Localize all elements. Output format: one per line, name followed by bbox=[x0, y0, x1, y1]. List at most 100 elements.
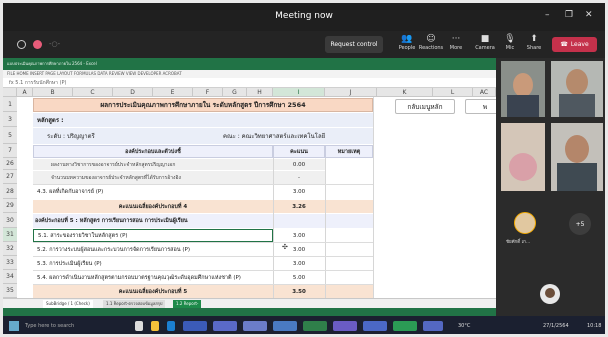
column-header-i[interactable]: I bbox=[273, 88, 325, 97]
reactions-button[interactable]: ☺ Reactions bbox=[418, 33, 444, 51]
indicator-cell[interactable]: ผลงานทางวิชาการของอาจารย์ประจำหลักสูตรปร… bbox=[33, 159, 273, 170]
excel-menu-bar[interactable]: FILE HOME INSERT PAGE LAYOUT FORMULAS DA… bbox=[3, 70, 496, 78]
camera-button[interactable]: ■ Camera bbox=[472, 33, 498, 51]
column-header-b[interactable]: B bbox=[33, 88, 73, 97]
indicator-cell[interactable]: จำนวนบทความของอาจารย์ประจำหลักสูตรที่ได้… bbox=[33, 171, 273, 184]
header-score-cell[interactable]: คะแนน bbox=[273, 145, 325, 158]
score-cell[interactable]: 5.00 bbox=[273, 271, 325, 284]
report-title-cell[interactable]: ผลการประเมินคุณภาพการศึกษาภายใน ระดับหลั… bbox=[33, 98, 373, 112]
column-header-a[interactable]: A bbox=[17, 88, 33, 97]
start-icon[interactable] bbox=[9, 321, 19, 331]
indicator-cell[interactable]: 5.2. การวางระบบผู้สอนและกระบวนการจัดการเ… bbox=[33, 243, 273, 256]
app-taskbar-icon[interactable] bbox=[273, 321, 297, 331]
grid-line bbox=[373, 97, 374, 298]
main-menu-button[interactable]: กลับเมนูหลัก bbox=[395, 99, 455, 114]
score-cell[interactable]: 3.00 bbox=[273, 185, 325, 199]
indicator-cell[interactable]: 4.3. ผลที่เกิดกับอาจารย์ (P) bbox=[33, 185, 273, 199]
level-cell[interactable]: ระดับ : ปริญญาตรี bbox=[47, 131, 95, 141]
row-number[interactable]: 27 bbox=[3, 170, 17, 184]
score-cell[interactable]: 0.00 bbox=[273, 159, 325, 170]
formula-bar[interactable]: fx 5.1 การรับนักศึกษา (P) bbox=[3, 78, 496, 88]
app-taskbar-icon[interactable] bbox=[393, 321, 417, 331]
participant-video-1[interactable] bbox=[501, 61, 545, 117]
indicator-cell[interactable]: 5.1. สาระของรายวิชาในหลักสูตร (P) bbox=[33, 229, 273, 242]
column-header-f[interactable]: F bbox=[193, 88, 223, 97]
row-number[interactable]: 1 bbox=[3, 97, 17, 112]
partial-button[interactable]: พ bbox=[465, 99, 496, 114]
mic-button[interactable]: 🎙 Mic bbox=[497, 33, 523, 51]
column-header-g[interactable]: G bbox=[223, 88, 247, 97]
column-header-l[interactable]: L bbox=[433, 88, 473, 97]
participant-video-4[interactable] bbox=[551, 123, 603, 191]
participant-video-2[interactable] bbox=[551, 61, 603, 117]
minimize-button[interactable]: – bbox=[545, 10, 550, 20]
close-button[interactable]: ✕ bbox=[585, 10, 593, 20]
more-button[interactable]: ··· More bbox=[443, 33, 469, 51]
row-number[interactable]: 33 bbox=[3, 256, 17, 270]
app-taskbar-icon[interactable] bbox=[363, 321, 387, 331]
row-number[interactable]: 31 bbox=[3, 228, 17, 242]
share-button[interactable]: ⬆ Share bbox=[521, 33, 547, 51]
score-cell[interactable]: 3.00 bbox=[273, 257, 325, 270]
average-score-cell[interactable]: 3.26 bbox=[273, 200, 325, 213]
participant-avatar[interactable] bbox=[514, 212, 536, 234]
column-header-d[interactable]: D bbox=[113, 88, 153, 97]
file-explorer-icon[interactable] bbox=[151, 321, 159, 331]
participant-avatar-small[interactable] bbox=[540, 284, 560, 304]
curriculum-cell[interactable]: หลักสูตร : bbox=[33, 113, 373, 127]
column-header-ac[interactable]: AC bbox=[473, 88, 496, 97]
taskbar-search[interactable]: Type here to search bbox=[25, 323, 74, 329]
excel-taskbar-icon[interactable] bbox=[303, 321, 327, 331]
shared-screen-excel[interactable]: แบบประเมินคุณภาพการศึกษาภายใน 2564 - Exc… bbox=[3, 58, 496, 316]
participant-video-3[interactable] bbox=[501, 123, 545, 191]
score-cell[interactable]: 3.00 bbox=[273, 243, 325, 256]
sheet-tab-active[interactable]: 1.2 Report- bbox=[173, 300, 202, 308]
average-note-cell[interactable] bbox=[325, 285, 373, 298]
row-number[interactable]: 32 bbox=[3, 242, 17, 256]
row-number[interactable]: 29 bbox=[3, 199, 17, 213]
row-number[interactable]: 28 bbox=[3, 184, 17, 199]
indicator-cell[interactable]: 5.3. การประเมินผู้เรียน (P) bbox=[33, 257, 273, 270]
participant-body bbox=[559, 94, 595, 117]
row-number[interactable]: 34 bbox=[3, 270, 17, 284]
share-icon: ⬆ bbox=[530, 34, 538, 44]
excel-title-bar: แบบประเมินคุณภาพการศึกษาภายใน 2564 - Exc… bbox=[3, 58, 496, 70]
average-note-cell[interactable] bbox=[325, 200, 373, 213]
people-button[interactable]: 👥 People bbox=[394, 33, 420, 51]
sheet-tab[interactable]: SubBridge / 1 (Check) bbox=[43, 300, 93, 308]
app-taskbar-icon[interactable] bbox=[423, 321, 443, 331]
score-cell[interactable]: - bbox=[273, 171, 325, 184]
select-all-corner[interactable] bbox=[3, 88, 17, 97]
row-number[interactable]: 7 bbox=[3, 144, 17, 158]
column-header-e[interactable]: E bbox=[153, 88, 193, 97]
app-taskbar-icon[interactable] bbox=[243, 321, 267, 331]
indicator-cell[interactable]: 5.4. ผลการดำเนินงานหลักสูตรตามกรอบมาตรฐา… bbox=[33, 271, 273, 284]
header-indicator-cell[interactable]: องค์ประกอบและตัวบ่งชี้ bbox=[33, 145, 273, 158]
average-label-cell[interactable]: คะแนนเฉลี่ยองค์ประกอบที่ 5 bbox=[33, 285, 273, 298]
column-header-c[interactable]: C bbox=[73, 88, 113, 97]
maximize-button[interactable]: ❐ bbox=[565, 10, 573, 20]
task-view-icon[interactable] bbox=[135, 321, 143, 331]
row-number[interactable]: 3 bbox=[3, 112, 17, 127]
header-note-cell[interactable]: หมายเหตุ bbox=[325, 145, 373, 158]
section-header-cell[interactable]: องค์ประกอบที่ 5 : หลักสูตร การเรียนการสอ… bbox=[33, 214, 373, 228]
browser-taskbar-icon[interactable] bbox=[213, 321, 237, 331]
average-label-cell[interactable]: คะแนนเฉลี่ยองค์ประกอบที่ 4 bbox=[33, 200, 273, 213]
row-number[interactable]: 5 bbox=[3, 127, 17, 144]
sheet-tab[interactable]: 1.1 Report-ตรวจสอบข้อมูลสรุป bbox=[103, 300, 166, 308]
teams-taskbar-icon[interactable] bbox=[183, 321, 207, 331]
score-cell[interactable]: 3.00 bbox=[273, 229, 325, 242]
row-number[interactable]: 30 bbox=[3, 213, 17, 228]
app-taskbar-icon[interactable] bbox=[333, 321, 357, 331]
column-header-k[interactable]: K bbox=[377, 88, 433, 97]
column-header-h[interactable]: H bbox=[247, 88, 273, 97]
row-number[interactable]: 35 bbox=[3, 284, 17, 298]
column-header-j[interactable]: J bbox=[325, 88, 377, 97]
more-participants-button[interactable]: +5 bbox=[569, 213, 591, 235]
leave-button[interactable]: ☎ Leave bbox=[552, 37, 597, 52]
row-number[interactable]: 26 bbox=[3, 158, 17, 170]
faculty-cell[interactable]: คณะ : คณะวิทยาศาสตร์และเทคโนโลยี bbox=[223, 131, 325, 141]
average-score-cell[interactable]: 3.50 bbox=[273, 285, 325, 298]
edge-icon[interactable] bbox=[167, 321, 175, 331]
request-control-button[interactable]: Request control bbox=[325, 36, 383, 53]
